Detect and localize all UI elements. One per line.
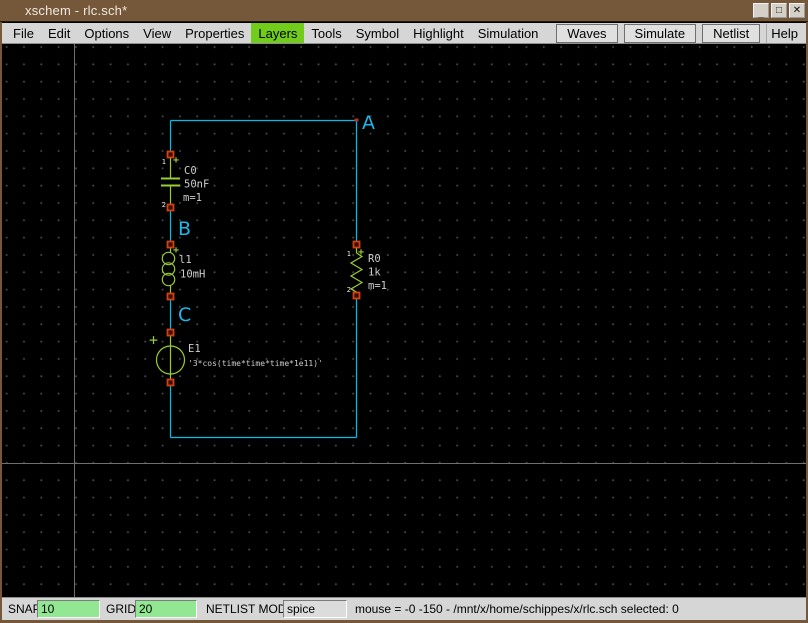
minimize-button[interactable]: _ xyxy=(753,3,769,19)
component-mult: m=1 xyxy=(183,192,202,204)
menu-item-edit[interactable]: Edit xyxy=(41,23,77,43)
menu-item-file[interactable]: File xyxy=(6,23,41,43)
component-value: '3*cos(time*time*time*1e11)' xyxy=(188,359,323,368)
plus-icon: + xyxy=(149,331,158,349)
node-label-a[interactable]: A xyxy=(362,112,375,134)
pin-number: 2 xyxy=(162,201,166,209)
menu-items: File Edit Options View Properties Layers… xyxy=(2,23,545,43)
pin-square xyxy=(166,292,175,301)
pin-square xyxy=(352,291,361,300)
netlist-mode-input[interactable] xyxy=(283,600,347,618)
schematic-drawing: 1 2 + C0 50nF m=1 + l1 10mH + E1 '3*cos(… xyxy=(149,112,387,439)
menu-item-simulation[interactable]: Simulation xyxy=(471,23,546,43)
pin-square xyxy=(166,203,175,212)
menu-item-help[interactable]: Help xyxy=(766,23,806,43)
node-label-c[interactable]: C xyxy=(178,304,191,326)
statusbar: SNAP: GRID: NETLIST MODE: mouse = -0 -15… xyxy=(2,597,806,620)
minimize-icon: _ xyxy=(758,8,764,19)
component-ref: R0 xyxy=(368,253,381,265)
pin-square xyxy=(166,328,175,337)
window-title: xschem - rlc.sch* xyxy=(25,3,128,18)
inductor-l1[interactable]: + l1 10mH xyxy=(161,240,205,301)
pin-number: 1 xyxy=(162,158,166,166)
titlebar: xschem - rlc.sch* _ □ ✕ xyxy=(0,0,808,22)
simulate-button[interactable]: Simulate xyxy=(623,23,697,43)
wire-end-marker xyxy=(354,118,359,122)
netlist-button[interactable]: Netlist xyxy=(702,23,761,43)
component-ref: C0 xyxy=(184,165,197,177)
grid-input[interactable] xyxy=(135,600,197,618)
menu-item-highlight[interactable]: Highlight xyxy=(406,23,471,43)
waves-button[interactable]: Waves xyxy=(556,23,618,43)
schematic-canvas[interactable]: 1 2 + C0 50nF m=1 + l1 10mH + E1 '3*cos(… xyxy=(2,44,806,597)
close-icon: ✕ xyxy=(792,5,802,16)
menubar: File Edit Options View Properties Layers… xyxy=(2,23,806,44)
component-value: 1k xyxy=(368,267,381,279)
component-ref: l1 xyxy=(179,254,192,266)
maximize-icon: □ xyxy=(775,5,783,16)
component-value: 50nF xyxy=(184,179,209,191)
menu-item-tools[interactable]: Tools xyxy=(304,23,348,43)
capacitor-c0[interactable]: 1 2 + C0 50nF m=1 xyxy=(161,150,209,212)
component-mult: m=1 xyxy=(368,280,387,292)
menu-item-properties[interactable]: Properties xyxy=(178,23,251,43)
plus-icon: + xyxy=(173,155,179,166)
pin-number: 2 xyxy=(347,286,351,294)
menu-item-layers[interactable]: Layers xyxy=(251,23,305,43)
status-info: mouse = -0 -150 - /mnt/x/home/schippes/x… xyxy=(355,602,679,616)
window-frame-left xyxy=(0,22,2,620)
menu-item-options[interactable]: Options xyxy=(77,23,136,43)
resistor-r0[interactable]: 1 2 + R0 1k m=1 xyxy=(347,240,387,300)
snap-input[interactable] xyxy=(37,600,100,618)
vsource-e1[interactable]: + E1 '3*cos(time*time*time*1e11)' xyxy=(149,328,323,387)
node-label-b[interactable]: B xyxy=(178,218,191,240)
component-ref: E1 xyxy=(188,343,201,355)
menu-item-view[interactable]: View xyxy=(136,23,178,43)
menubar-actions: Waves Simulate Netlist Help xyxy=(556,23,806,43)
component-value: 10mH xyxy=(180,269,205,281)
pin-square xyxy=(166,378,175,387)
close-button[interactable]: ✕ xyxy=(789,3,805,18)
window-controls: _ □ ✕ xyxy=(753,3,805,19)
plus-icon: + xyxy=(358,247,364,258)
pin-number: 1 xyxy=(347,250,351,258)
maximize-button[interactable]: □ xyxy=(771,3,787,18)
menu-item-symbol[interactable]: Symbol xyxy=(349,23,406,43)
